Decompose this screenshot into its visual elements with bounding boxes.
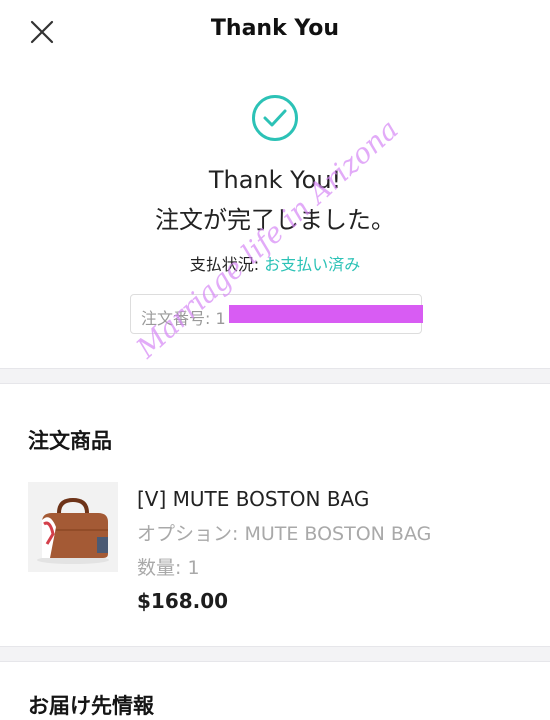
product-quantity: 数量: 1 <box>137 557 200 579</box>
order-complete-message: 注文が完了しました。 <box>155 206 395 234</box>
app-header: Thank You <box>0 0 550 64</box>
check-circle-icon <box>252 95 298 141</box>
payment-status-label: 支払状況: <box>189 255 265 274</box>
payment-status: 支払状況: お支払い済み <box>0 251 550 275</box>
shipping-info-title: お届け先情報 <box>28 694 154 718</box>
thank-you-heading: Thank You! <box>208 166 342 194</box>
order-items-title: 注文商品 <box>28 429 112 453</box>
order-number-box: 注文番号: 1 <box>130 294 423 334</box>
product-thumbnail[interactable] <box>28 482 118 572</box>
section-divider <box>0 646 550 662</box>
page-title: Thank You <box>210 16 340 41</box>
payment-status-value: お支払い済み <box>264 255 361 274</box>
order-number-label: 注文番号: 1 <box>141 309 226 328</box>
product-option: オプション: MUTE BOSTON BAG <box>137 523 432 545</box>
section-divider <box>0 368 550 384</box>
product-name[interactable]: [V] MUTE BOSTON BAG <box>137 487 369 511</box>
order-number-redaction <box>229 305 423 323</box>
product-price: $168.00 <box>137 589 229 613</box>
